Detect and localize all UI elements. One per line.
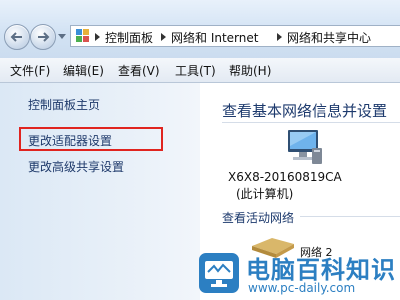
computer-icon bbox=[288, 130, 322, 164]
breadcrumb-network-internet[interactable]: 网络和 Internet bbox=[171, 29, 258, 46]
menu-view[interactable]: 查看(V) bbox=[118, 62, 160, 79]
watermark-logo-icon bbox=[199, 253, 239, 293]
divider bbox=[222, 122, 400, 123]
menu-edit[interactable]: 编辑(E) bbox=[63, 62, 104, 79]
menu-file[interactable]: 文件(F) bbox=[10, 62, 50, 79]
change-adapter-settings-link[interactable]: 更改适配器设置 bbox=[28, 132, 112, 149]
advanced-sharing-settings-link[interactable]: 更改高级共享设置 bbox=[28, 158, 124, 175]
active-networks-heading: 查看活动网络 bbox=[222, 211, 295, 225]
breadcrumb-separator bbox=[277, 33, 282, 41]
computer-name: X6X8-20160819CA bbox=[228, 170, 342, 184]
navigation-bar: 控制面板 网络和 Internet 网络和共享中心 bbox=[0, 0, 400, 58]
address-bar[interactable]: 控制面板 网络和 Internet 网络和共享中心 bbox=[70, 25, 400, 47]
menu-tools[interactable]: 工具(T) bbox=[175, 62, 216, 79]
divider bbox=[300, 216, 400, 217]
watermark-title: 电脑百科知识 bbox=[246, 256, 396, 284]
forward-button[interactable] bbox=[30, 24, 56, 50]
control-panel-home-link[interactable]: 控制面板主页 bbox=[28, 96, 100, 113]
recent-pages-icon[interactable] bbox=[58, 32, 66, 40]
breadcrumb-control-panel[interactable]: 控制面板 bbox=[105, 29, 153, 46]
control-panel-icon bbox=[76, 29, 89, 42]
breadcrumb-sharing-center[interactable]: 网络和共享中心 bbox=[287, 29, 371, 46]
menu-bar: 文件(F) 编辑(E) 查看(V) 工具(T) 帮助(H) bbox=[0, 58, 400, 83]
back-arrow-icon bbox=[10, 32, 22, 42]
breadcrumb-separator bbox=[161, 33, 166, 41]
breadcrumb-separator bbox=[95, 33, 100, 41]
task-pane bbox=[0, 83, 200, 300]
back-button[interactable] bbox=[4, 24, 30, 50]
forward-arrow-icon bbox=[38, 32, 50, 42]
menu-help[interactable]: 帮助(H) bbox=[229, 62, 271, 79]
watermark: 电脑百科知识 www.pc-daily.com bbox=[196, 250, 400, 300]
computer-label: (此计算机) bbox=[236, 187, 294, 201]
watermark-url: www.pc-daily.com bbox=[248, 281, 356, 295]
page-title: 查看基本网络信息并设置 bbox=[222, 102, 388, 120]
